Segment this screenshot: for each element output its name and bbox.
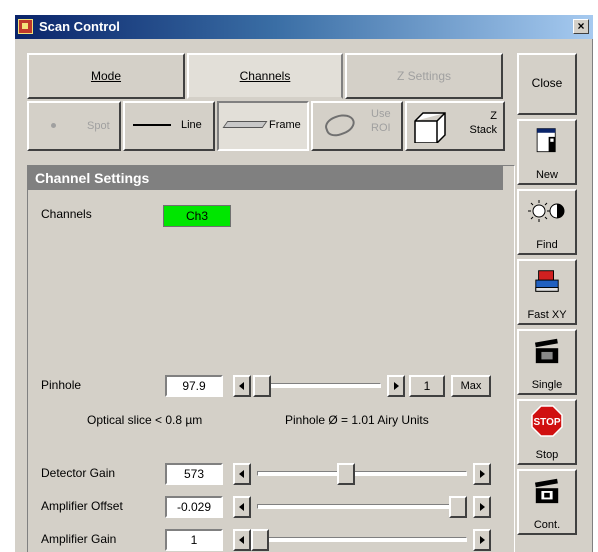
- find-button[interactable]: Find: [517, 189, 577, 255]
- detector-gain-field[interactable]: 573: [165, 463, 223, 485]
- amplifier-offset-increase-button[interactable]: [473, 496, 491, 518]
- scan-mode-bar: Spot Line Frame Use ROI Z Stack: [27, 101, 507, 153]
- detector-gain-slider[interactable]: [251, 463, 473, 485]
- pinhole-airy-value[interactable]: 1: [409, 375, 445, 397]
- tab-z-settings[interactable]: Z Settings: [345, 53, 503, 99]
- channel-settings-panel: [27, 165, 515, 552]
- tab-channels[interactable]: Channels: [187, 53, 343, 99]
- pinhole-value-field[interactable]: 97.9: [165, 375, 223, 397]
- use-roi-button[interactable]: Use ROI: [311, 101, 403, 151]
- line-mode-button[interactable]: Line: [123, 101, 215, 151]
- line-icon: [133, 124, 171, 126]
- z-stack-button[interactable]: Z Stack: [405, 101, 505, 151]
- find-button-label: Find: [536, 239, 558, 251]
- tab-channels-label: Channels: [239, 69, 291, 83]
- amplifier-gain-slider[interactable]: [251, 529, 473, 551]
- amplifier-offset-slider-groove: [257, 504, 467, 509]
- amplifier-offset-slider[interactable]: [251, 496, 473, 518]
- z-stack-label: Z Stack: [469, 110, 497, 136]
- fast-xy-button-label: Fast XY: [527, 309, 567, 321]
- new-button[interactable]: New: [517, 119, 577, 185]
- amplifier-gain-slider-groove: [257, 537, 467, 542]
- continuous-scan-clapper-icon: [534, 478, 559, 504]
- new-button-label: New: [535, 169, 558, 181]
- single-button[interactable]: Single: [517, 329, 577, 395]
- tab-mode-label: Mode: [90, 69, 122, 83]
- tab-z-settings-label: Z Settings: [396, 69, 452, 83]
- stop-sign-icon: STOP: [531, 405, 563, 437]
- stop-button[interactable]: STOP Stop: [517, 399, 577, 465]
- tab-mode[interactable]: Mode: [27, 53, 185, 99]
- pinhole-max-button[interactable]: Max: [451, 375, 491, 397]
- window-close-button[interactable]: ×: [573, 19, 589, 34]
- find-sun-contrast-icon: [528, 200, 565, 222]
- optical-slice-text: Optical slice < 0.8 µm: [87, 413, 203, 427]
- pinhole-slider-thumb[interactable]: [253, 375, 271, 397]
- single-scan-clapper-icon: [534, 338, 559, 364]
- channels-label: Channels: [41, 207, 92, 221]
- amplifier-gain-increase-button[interactable]: [473, 529, 491, 551]
- use-roi-label: Use ROI: [371, 108, 391, 134]
- close-button[interactable]: Close: [517, 53, 577, 115]
- cont-button[interactable]: Cont.: [517, 469, 577, 535]
- spot-label: Spot: [87, 120, 110, 132]
- cont-button-label: Cont.: [533, 519, 561, 531]
- amplifier-offset-slider-thumb[interactable]: [449, 496, 467, 518]
- roi-icon: [322, 110, 358, 140]
- pinhole-increase-button[interactable]: [387, 375, 405, 397]
- detector-gain-slider-thumb[interactable]: [337, 463, 355, 485]
- amplifier-offset-decrease-button[interactable]: [233, 496, 251, 518]
- amplifier-offset-field[interactable]: -0.029: [165, 496, 223, 518]
- new-window-icon: [536, 128, 556, 153]
- fast-xy-icon: [535, 270, 559, 292]
- pinhole-decrease-button[interactable]: [233, 375, 251, 397]
- amplifier-offset-label: Amplifier Offset: [41, 499, 123, 513]
- amplifier-gain-field[interactable]: 1: [165, 529, 223, 551]
- line-label: Line: [181, 119, 202, 131]
- frame-label: Frame: [269, 119, 301, 131]
- frame-icon: [222, 121, 268, 128]
- window-title: Scan Control: [39, 19, 120, 34]
- amplifier-gain-label: Amplifier Gain: [41, 532, 117, 546]
- detector-gain-decrease-button[interactable]: [233, 463, 251, 485]
- channel-settings-header: Channel Settings: [27, 166, 503, 190]
- channel-ch3-button[interactable]: Ch3: [163, 205, 231, 227]
- single-button-label: Single: [531, 379, 563, 391]
- stop-sign-text: STOP: [533, 417, 560, 428]
- frame-mode-button[interactable]: Frame: [217, 101, 309, 151]
- scan-control-window: Scan Control × Mode Channels Z Settings …: [14, 14, 593, 552]
- amplifier-gain-slider-thumb[interactable]: [251, 529, 269, 551]
- fast-xy-button[interactable]: Fast XY: [517, 259, 577, 325]
- stop-button-label: Stop: [535, 449, 559, 461]
- pinhole-airy-text: Pinhole Ø = 1.01 Airy Units: [285, 413, 429, 427]
- pinhole-slider[interactable]: [251, 375, 387, 397]
- detector-gain-increase-button[interactable]: [473, 463, 491, 485]
- detector-gain-label: Detector Gain: [41, 466, 116, 480]
- z-stack-cube-icon: [414, 112, 446, 143]
- detector-gain-slider-groove: [257, 471, 467, 476]
- pinhole-slider-groove: [257, 383, 381, 388]
- pinhole-label: Pinhole: [41, 378, 82, 392]
- title-bar[interactable]: Scan Control ×: [15, 15, 593, 39]
- amplifier-gain-decrease-button[interactable]: [233, 529, 251, 551]
- spot-mode-button[interactable]: Spot: [27, 101, 121, 151]
- app-icon: [18, 19, 33, 34]
- spot-icon: [51, 123, 56, 128]
